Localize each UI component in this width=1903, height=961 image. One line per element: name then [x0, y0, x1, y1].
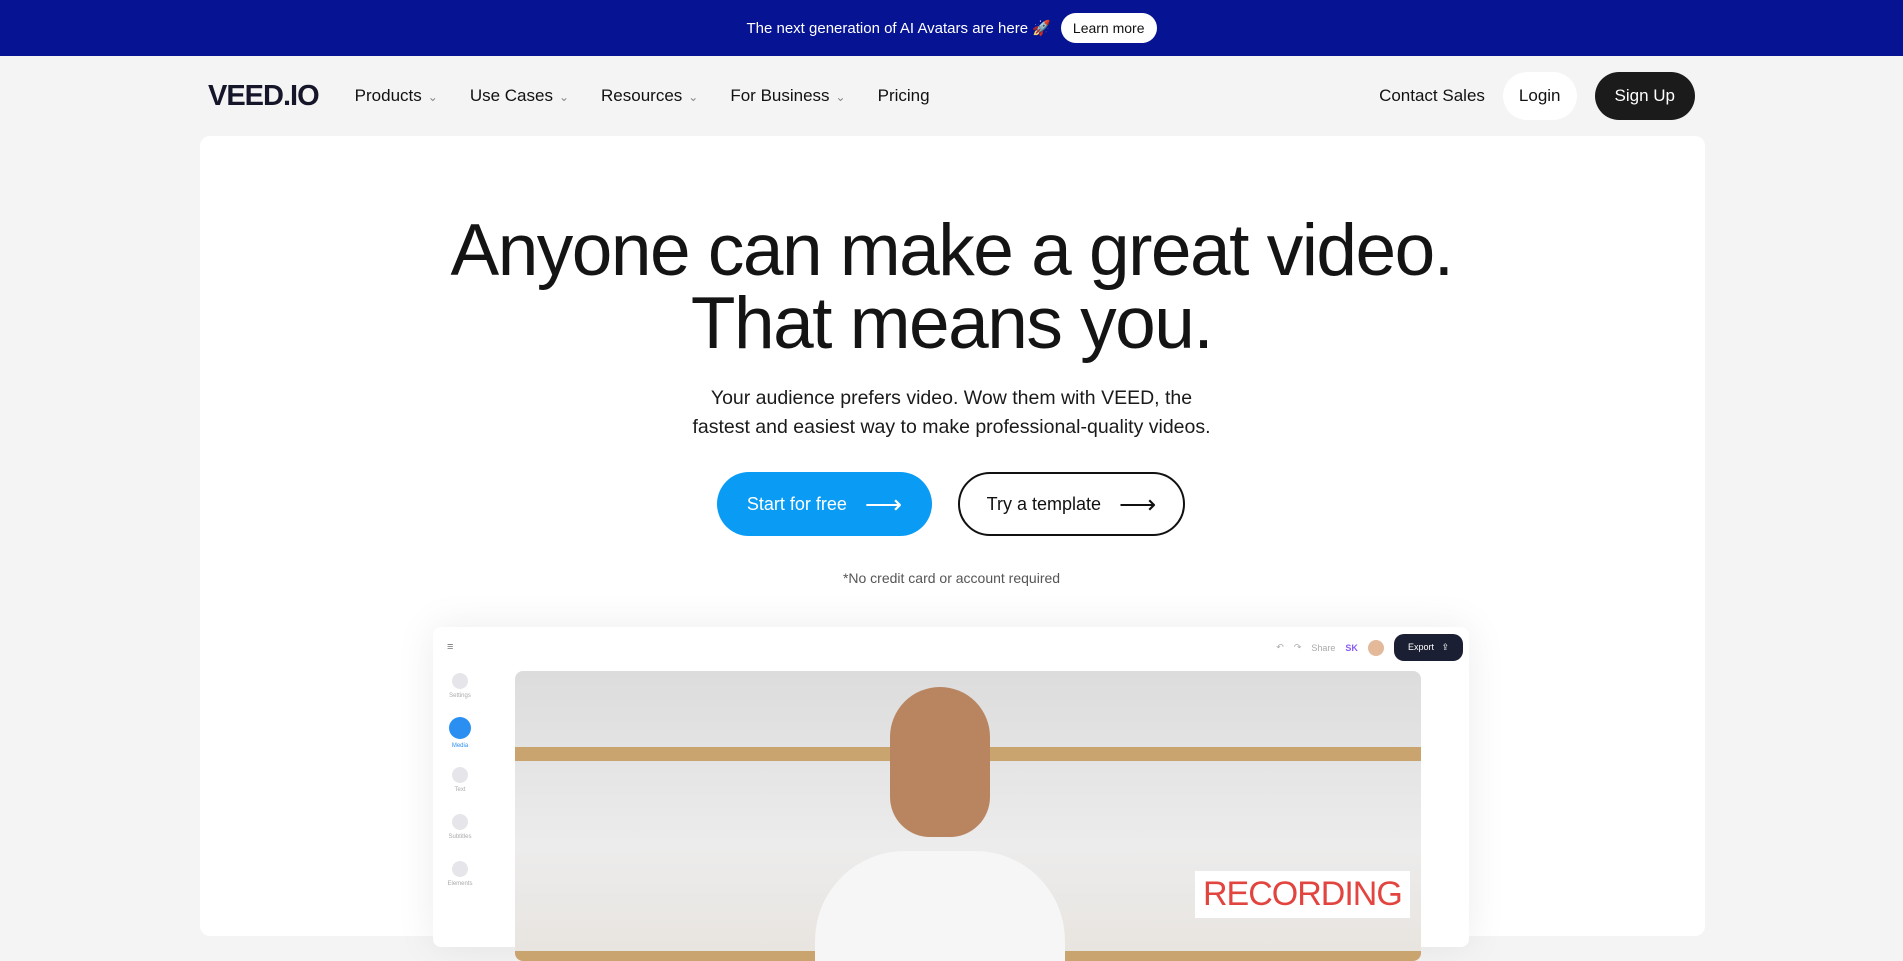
- avatar: [1367, 639, 1384, 656]
- sidebar-item-media: Media: [445, 717, 475, 749]
- arrow-right-icon: ⟶: [864, 488, 903, 519]
- export-button: Export ⇪: [1393, 634, 1463, 661]
- nav-use-cases[interactable]: Use Cases ⌄: [470, 86, 569, 106]
- undo-icon: ↶: [1276, 642, 1284, 652]
- sidebar-item-text: Text: [445, 767, 475, 793]
- button-label: Start for free: [746, 493, 847, 514]
- try-template-button[interactable]: Try a template ⟶: [958, 472, 1185, 536]
- nav-resources[interactable]: Resources ⌄: [601, 86, 698, 106]
- button-label: Try a template: [986, 493, 1102, 514]
- banner-text: The next generation of AI Avatars are he…: [746, 20, 1051, 37]
- nav-label: Products: [354, 86, 422, 105]
- menu-icon: ≡: [447, 641, 454, 653]
- nav-label: For Business: [730, 86, 830, 105]
- sidebar-label: Media: [451, 743, 469, 749]
- elements-icon: [452, 861, 468, 877]
- subtitle-line-2: fastest and easiest way to make professi…: [692, 416, 1211, 438]
- signup-button[interactable]: Sign Up: [1594, 72, 1695, 120]
- text-icon: [452, 767, 468, 783]
- sidebar-label: Text: [454, 787, 466, 793]
- share-label: Share: [1311, 642, 1336, 653]
- learn-more-button[interactable]: Learn more: [1060, 13, 1157, 43]
- recording-sign: RECORDING: [1195, 871, 1410, 918]
- person-shirt: [815, 851, 1065, 961]
- nav-label: Use Cases: [469, 86, 553, 105]
- sidebar-item-subtitles: Subtitles: [445, 814, 475, 840]
- editor-preview: ≡ Settings Media Text Subtitles Elements…: [433, 627, 1469, 961]
- nav-products[interactable]: Products ⌄: [355, 86, 438, 106]
- person: [890, 687, 990, 837]
- arrow-right-icon: ⟶: [1119, 488, 1157, 519]
- chevron-down-icon: ⌄: [558, 90, 570, 104]
- redo-icon: ↷: [1293, 642, 1302, 652]
- avatar: SK: [1345, 642, 1358, 653]
- start-for-free-button[interactable]: Start for free ⟶: [717, 472, 932, 536]
- nav-pricing[interactable]: Pricing: [878, 86, 930, 106]
- sidebar-label: Elements: [447, 881, 473, 887]
- chevron-down-icon: ⌄: [835, 90, 846, 104]
- subtitles-icon: [452, 814, 468, 830]
- video-preview: RECORDING: [515, 671, 1421, 961]
- media-icon: [449, 717, 471, 739]
- title-line-2: That means you.: [690, 283, 1214, 364]
- no-credit-card-note: *No credit card or account required: [842, 570, 1061, 586]
- nav-for-business[interactable]: For Business ⌄: [730, 86, 845, 106]
- login-button[interactable]: Login: [1502, 72, 1577, 120]
- logo[interactable]: VEED.IO: [208, 80, 320, 113]
- hero-subtitle: Your audience prefers video. Wow them wi…: [0, 384, 1903, 442]
- contact-sales-link[interactable]: Contact Sales: [1379, 86, 1485, 106]
- chevron-down-icon: ⌄: [427, 90, 438, 104]
- sidebar-item-settings: Settings: [445, 673, 475, 699]
- editor-toolbar: ↶ ↷ Share SK Export ⇪: [1276, 634, 1463, 661]
- export-label: Export: [1407, 642, 1434, 652]
- title-line-1: Anyone can make a great video.: [450, 210, 1455, 291]
- announcement-banner: The next generation of AI Avatars are he…: [0, 0, 1903, 56]
- nav-label: Resources: [601, 86, 683, 105]
- main-nav: VEED.IO Products ⌄ Use Cases ⌄ Resources ⌄ …: [0, 56, 1903, 136]
- sidebar-item-elements: Elements: [445, 861, 475, 887]
- settings-icon: [452, 673, 468, 689]
- subtitle-line-1: Your audience prefers video. Wow them wi…: [710, 387, 1193, 409]
- hero-title: Anyone can make a great video. That means…: [0, 214, 1903, 360]
- sidebar-label: Subtitles: [448, 834, 472, 840]
- chevron-down-icon: ⌄: [688, 90, 699, 104]
- sidebar-label: Settings: [449, 693, 471, 699]
